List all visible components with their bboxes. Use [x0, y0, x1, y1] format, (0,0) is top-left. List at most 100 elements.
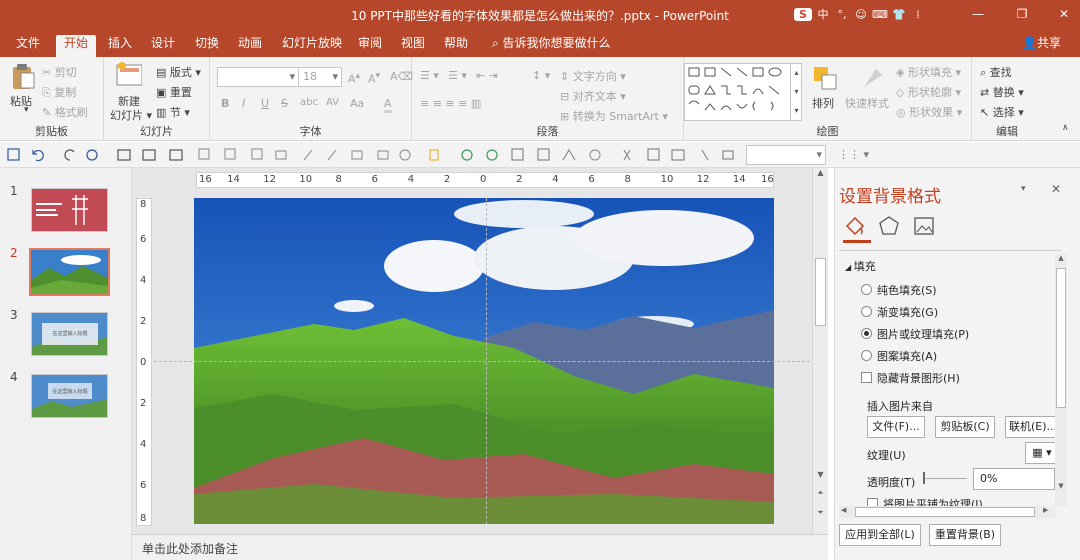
radio-picture-fill[interactable]: [861, 328, 872, 339]
sogou-logo-icon[interactable]: S: [794, 7, 812, 21]
tab-help[interactable]: 帮助: [436, 35, 476, 57]
pane-close-icon[interactable]: ✕: [1051, 182, 1061, 196]
gallery-scroll[interactable]: ▴ ▾ ▾: [790, 63, 802, 121]
collapse-ribbon-icon[interactable]: ∧: [1062, 123, 1069, 133]
strike-button[interactable]: S: [281, 97, 288, 110]
tab-design[interactable]: 设计: [143, 35, 183, 57]
reset-button[interactable]: ▣ 重置: [156, 84, 192, 100]
cut-button[interactable]: ✂ 剪切: [42, 64, 77, 80]
restore-button[interactable]: ❐: [1008, 4, 1036, 24]
notes-placeholder[interactable]: 单击此处添加备注: [142, 540, 238, 557]
tab-home[interactable]: 开始: [56, 35, 97, 57]
apply-all-button[interactable]: 应用到全部(L): [839, 524, 921, 546]
share-button[interactable]: 👤共享: [1014, 35, 1069, 57]
shape-outline-button[interactable]: ◇ 形状轮廓 ▾: [896, 84, 961, 100]
copy-button[interactable]: ⎘ 复制: [42, 84, 76, 100]
grow-font-icon[interactable]: A▴: [348, 70, 360, 86]
qat-icons[interactable]: [0, 142, 840, 168]
reset-background-button[interactable]: 重置背景(B): [929, 524, 1001, 546]
pane-h-scrollbar[interactable]: ◀ ▶: [839, 506, 1055, 518]
ime-lang[interactable]: 中: [815, 6, 831, 22]
case-button[interactable]: Aa: [350, 97, 364, 110]
slide-thumb-1[interactable]: [31, 188, 108, 232]
ime-menu-icon[interactable]: ⁞: [910, 8, 926, 21]
paste-dropdown-icon[interactable]: ▾: [24, 105, 29, 115]
align-text-button[interactable]: ⊟ 对齐文本 ▾: [560, 88, 626, 104]
transparency-slider[interactable]: [925, 478, 967, 479]
italic-button[interactable]: I: [242, 97, 245, 110]
tab-view[interactable]: 视图: [393, 35, 433, 57]
pane-options-icon[interactable]: ▾: [1021, 184, 1026, 194]
editor-scrollbar[interactable]: ▲ ▼ ⏶ ⏷: [812, 168, 828, 534]
hide-bg-label[interactable]: 隐藏背景图形(H): [877, 370, 960, 386]
font-color-button[interactable]: A: [384, 97, 392, 113]
transparency-input[interactable]: 0%: [973, 468, 1055, 490]
label-solid-fill[interactable]: 纯色填充(S): [877, 282, 937, 298]
clear-format-icon[interactable]: A⌫: [390, 70, 413, 83]
ime-punct-icon[interactable]: °,: [834, 8, 850, 21]
radio-solid-fill[interactable]: [861, 284, 872, 295]
qat-combo[interactable]: ▾: [746, 145, 826, 165]
tab-animations[interactable]: 动画: [230, 35, 270, 57]
shape-fill-button[interactable]: ◈ 形状填充 ▾: [896, 64, 961, 80]
arrange-icon[interactable]: [812, 65, 838, 91]
minimize-button[interactable]: —: [964, 4, 992, 24]
find-button[interactable]: ⌕ 查找: [980, 64, 1012, 80]
line-spacing-icon[interactable]: ↕ ▾: [532, 69, 550, 82]
font-size-combo[interactable]: 18 ▾: [298, 67, 342, 87]
online-button[interactable]: 联机(E)...: [1005, 416, 1061, 438]
align-icons[interactable]: ≡ ≡ ≡ ≡ ▥: [420, 97, 481, 110]
tab-file[interactable]: 文件: [8, 35, 48, 57]
shapes-gallery[interactable]: [684, 63, 802, 121]
close-button[interactable]: ✕: [1050, 4, 1078, 24]
ime-emoji-icon[interactable]: ☺: [853, 8, 869, 21]
radio-pattern-fill[interactable]: [861, 350, 872, 361]
indent-icons[interactable]: ⇤ ⇥: [476, 69, 498, 82]
shapes-icon[interactable]: [685, 64, 791, 120]
shrink-font-icon[interactable]: A▾: [368, 70, 380, 86]
text-direction-button[interactable]: ⇕ 文字方向 ▾: [560, 68, 626, 84]
arrange-button[interactable]: 排列: [812, 95, 834, 111]
label-gradient-fill[interactable]: 渐变填充(G): [877, 304, 938, 320]
shape-effects-button[interactable]: ◎ 形状效果 ▾: [896, 104, 962, 120]
bullets-icon[interactable]: ☰ ▾: [420, 69, 439, 82]
quick-styles-button[interactable]: 快速样式: [845, 95, 889, 111]
spacing-button[interactable]: AV: [326, 97, 339, 108]
slide-thumb-3[interactable]: 在这里输入标题: [31, 312, 108, 356]
tell-me-box[interactable]: ⌕ 告诉我你想要做什么: [484, 35, 619, 57]
tile-label[interactable]: 将图片平铺为纹理(I): [883, 496, 983, 506]
horizontal-guide[interactable]: [154, 361, 810, 362]
quick-styles-icon[interactable]: [860, 65, 886, 91]
fill-section-header[interactable]: ◢ 填充: [845, 258, 876, 274]
tab-slideshow[interactable]: 幻灯片放映: [274, 35, 350, 57]
replace-button[interactable]: ⇄ 替换 ▾: [980, 84, 1024, 100]
tab-transitions[interactable]: 切换: [187, 35, 227, 57]
ime-keyboard-icon[interactable]: ⌨: [872, 8, 888, 21]
bold-button[interactable]: B: [221, 97, 229, 110]
qat-more-icon[interactable]: ⋮⋮ ▾: [838, 148, 869, 161]
pane-tab-icons[interactable]: [843, 214, 953, 238]
notes-pane[interactable]: 单击此处添加备注: [132, 534, 828, 560]
texture-picker[interactable]: ▦ ▾: [1025, 442, 1059, 464]
label-picture-fill[interactable]: 图片或纹理填充(P): [877, 326, 969, 342]
radio-gradient-fill[interactable]: [861, 306, 872, 317]
new-slide-icon[interactable]: [116, 62, 142, 88]
shadow-button[interactable]: abc: [300, 97, 318, 108]
select-button[interactable]: ↖ 选择 ▾: [980, 104, 1024, 120]
clipboard-button[interactable]: 剪贴板(C): [935, 416, 995, 438]
slide-thumb-4[interactable]: 在这里输入标题: [31, 374, 108, 418]
tab-insert[interactable]: 插入: [100, 35, 140, 57]
numbering-icon[interactable]: ☰ ▾: [448, 69, 467, 82]
slide-thumb-2-selected[interactable]: [29, 248, 110, 296]
tab-review[interactable]: 审阅: [350, 35, 390, 57]
tile-checkbox[interactable]: [867, 498, 878, 506]
hide-bg-checkbox[interactable]: [861, 372, 872, 383]
label-pattern-fill[interactable]: 图案填充(A): [877, 348, 937, 364]
format-painter-button[interactable]: ✎ 格式刷: [42, 104, 88, 120]
layout-button[interactable]: ▤ 版式 ▾: [156, 64, 201, 80]
font-name-combo[interactable]: ▾: [217, 67, 299, 87]
section-button[interactable]: ▥ 节 ▾: [156, 104, 190, 120]
pane-scrollbar[interactable]: ▲ ▼: [1055, 254, 1067, 506]
file-button[interactable]: 文件(F)...: [867, 416, 925, 438]
ime-toolbar[interactable]: S 中 °, ☺ ⌨ 👕 ⁞: [794, 5, 926, 23]
